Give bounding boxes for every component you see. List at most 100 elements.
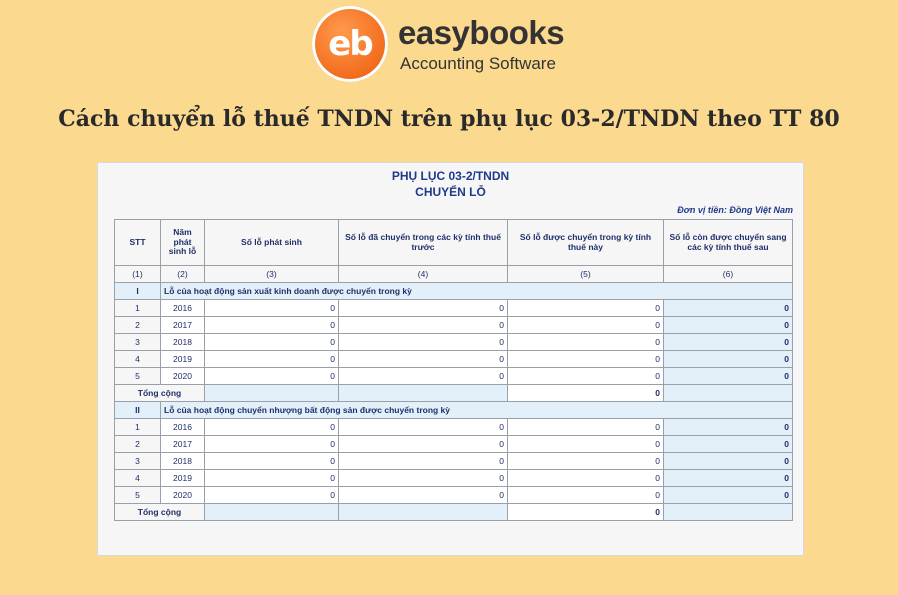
row-year: 2016 — [160, 299, 205, 317]
loss-incurred-cell[interactable]: 0 — [204, 486, 339, 504]
row-year: 2017 — [160, 316, 205, 334]
loss-transferred-prior-cell[interactable]: 0 — [338, 299, 508, 317]
row-stt: 5 — [114, 367, 161, 385]
row-stt: 2 — [114, 316, 161, 334]
section-header-row: I Lỗ của hoạt động sản xuất kinh doanh đư… — [114, 282, 793, 300]
row-stt: 4 — [114, 469, 161, 487]
total-value: 0 — [507, 503, 664, 521]
column-header: Số lỗ còn được chuyển sang các kỳ tính t… — [663, 219, 793, 266]
form-heading: PHỤ LỤC 03-2/TNDN — [391, 169, 510, 183]
loss-transferred-prior-cell[interactable]: 0 — [338, 418, 508, 436]
loss-remaining-cell: 0 — [663, 418, 793, 436]
column-number: (4) — [338, 265, 508, 283]
loss-incurred-cell[interactable]: 0 — [204, 350, 339, 368]
table-row: 5 2020 0 0 0 0 — [114, 486, 793, 504]
loss-transferred-current-cell[interactable]: 0 — [507, 367, 664, 385]
currency-note: Đơn vị tiền: Đồng Việt Nam — [677, 205, 793, 215]
loss-remaining-cell: 0 — [663, 435, 793, 453]
column-number: (1) — [114, 265, 161, 283]
loss-transferred-current-cell[interactable]: 0 — [507, 316, 664, 334]
loss-transferred-prior-cell[interactable]: 0 — [338, 333, 508, 351]
loss-carryforward-table: STT Năm phát sinh lỗ Số lỗ phát sinh Số … — [114, 219, 793, 521]
loss-transferred-prior-cell[interactable]: 0 — [338, 435, 508, 453]
table-row: 5 2020 0 0 0 0 — [114, 367, 793, 385]
row-year: 2020 — [160, 367, 205, 385]
total-empty-cell — [204, 384, 339, 402]
total-empty-cell — [204, 503, 339, 521]
loss-transferred-prior-cell[interactable]: 0 — [338, 316, 508, 334]
loss-transferred-prior-cell[interactable]: 0 — [338, 486, 508, 504]
loss-incurred-cell[interactable]: 0 — [204, 469, 339, 487]
loss-transferred-prior-cell[interactable]: 0 — [338, 452, 508, 470]
loss-incurred-cell[interactable]: 0 — [204, 367, 339, 385]
column-number-row: (1) (2) (3) (4) (5) (6) — [114, 265, 793, 283]
table-row: 2 2017 0 0 0 0 — [114, 316, 793, 334]
table-row: 2 2017 0 0 0 0 — [114, 435, 793, 453]
loss-transferred-current-cell[interactable]: 0 — [507, 418, 664, 436]
row-year: 2017 — [160, 435, 205, 453]
column-number: (3) — [204, 265, 339, 283]
loss-transferred-prior-cell[interactable]: 0 — [338, 367, 508, 385]
loss-incurred-cell[interactable]: 0 — [204, 299, 339, 317]
loss-incurred-cell[interactable]: 0 — [204, 435, 339, 453]
section-header-row: II Lỗ của hoạt động chuyển nhượng bất độn… — [114, 401, 793, 419]
table-row: 4 2019 0 0 0 0 — [114, 469, 793, 487]
row-stt: 3 — [114, 452, 161, 470]
section-index: II — [114, 401, 161, 419]
column-header: Số lỗ đã chuyển trong các kỳ tính thuế t… — [338, 219, 508, 266]
row-year: 2018 — [160, 452, 205, 470]
total-empty-cell — [338, 384, 508, 402]
page-title: Cách chuyển lỗ thuế TNDN trên phụ lục 03… — [58, 106, 840, 132]
column-header: Số lỗ phát sinh — [204, 219, 339, 266]
loss-transferred-prior-cell[interactable]: 0 — [338, 350, 508, 368]
logo-tagline: Accounting Software — [400, 54, 556, 73]
section-label: Lỗ của hoạt động sản xuất kinh doanh đượ… — [160, 282, 793, 300]
table-header-row: STT Năm phát sinh lỗ Số lỗ phát sinh Số … — [114, 219, 793, 266]
row-year: 2019 — [160, 350, 205, 368]
total-empty-cell — [338, 503, 508, 521]
loss-incurred-cell[interactable]: 0 — [204, 452, 339, 470]
section-label: Lỗ của hoạt động chuyển nhượng bất động … — [160, 401, 793, 419]
loss-transferred-current-cell[interactable]: 0 — [507, 350, 664, 368]
row-year: 2018 — [160, 333, 205, 351]
logo-brand-name: easybooks — [398, 14, 565, 51]
loss-remaining-cell: 0 — [663, 350, 793, 368]
column-number: (5) — [507, 265, 664, 283]
column-number: (6) — [663, 265, 793, 283]
loss-incurred-cell[interactable]: 0 — [204, 316, 339, 334]
loss-remaining-cell: 0 — [663, 299, 793, 317]
total-row: Tổng cộng 0 — [114, 384, 793, 402]
loss-incurred-cell[interactable]: 0 — [204, 333, 339, 351]
table-row: 1 2016 0 0 0 0 — [114, 299, 793, 317]
loss-incurred-cell[interactable]: 0 — [204, 418, 339, 436]
loss-transferred-current-cell[interactable]: 0 — [507, 435, 664, 453]
table-row: 1 2016 0 0 0 0 — [114, 418, 793, 436]
loss-transferred-prior-cell[interactable]: 0 — [338, 469, 508, 487]
total-label: Tổng cộng — [114, 503, 205, 521]
table-row: 4 2019 0 0 0 0 — [114, 350, 793, 368]
loss-remaining-cell: 0 — [663, 316, 793, 334]
row-stt: 1 — [114, 299, 161, 317]
total-label: Tổng cộng — [114, 384, 205, 402]
total-empty-cell — [663, 503, 793, 521]
loss-remaining-cell: 0 — [663, 367, 793, 385]
table-row: 3 2018 0 0 0 0 — [114, 452, 793, 470]
column-header: STT — [114, 219, 161, 266]
loss-transferred-current-cell[interactable]: 0 — [507, 469, 664, 487]
row-stt: 2 — [114, 435, 161, 453]
loss-transferred-current-cell[interactable]: 0 — [507, 333, 664, 351]
form-subheading: CHUYỂN LỖ — [415, 185, 486, 199]
row-stt: 5 — [114, 486, 161, 504]
row-stt: 3 — [114, 333, 161, 351]
total-empty-cell — [663, 384, 793, 402]
column-number: (2) — [160, 265, 205, 283]
easybooks-logo: eb easybooks Accounting Software — [312, 6, 572, 86]
column-header: Số lỗ được chuyển trong kỳ tính thuế này — [507, 219, 664, 266]
row-year: 2020 — [160, 486, 205, 504]
loss-transferred-current-cell[interactable]: 0 — [507, 452, 664, 470]
loss-remaining-cell: 0 — [663, 486, 793, 504]
loss-remaining-cell: 0 — [663, 469, 793, 487]
table-row: 3 2018 0 0 0 0 — [114, 333, 793, 351]
loss-transferred-current-cell[interactable]: 0 — [507, 486, 664, 504]
loss-transferred-current-cell[interactable]: 0 — [507, 299, 664, 317]
